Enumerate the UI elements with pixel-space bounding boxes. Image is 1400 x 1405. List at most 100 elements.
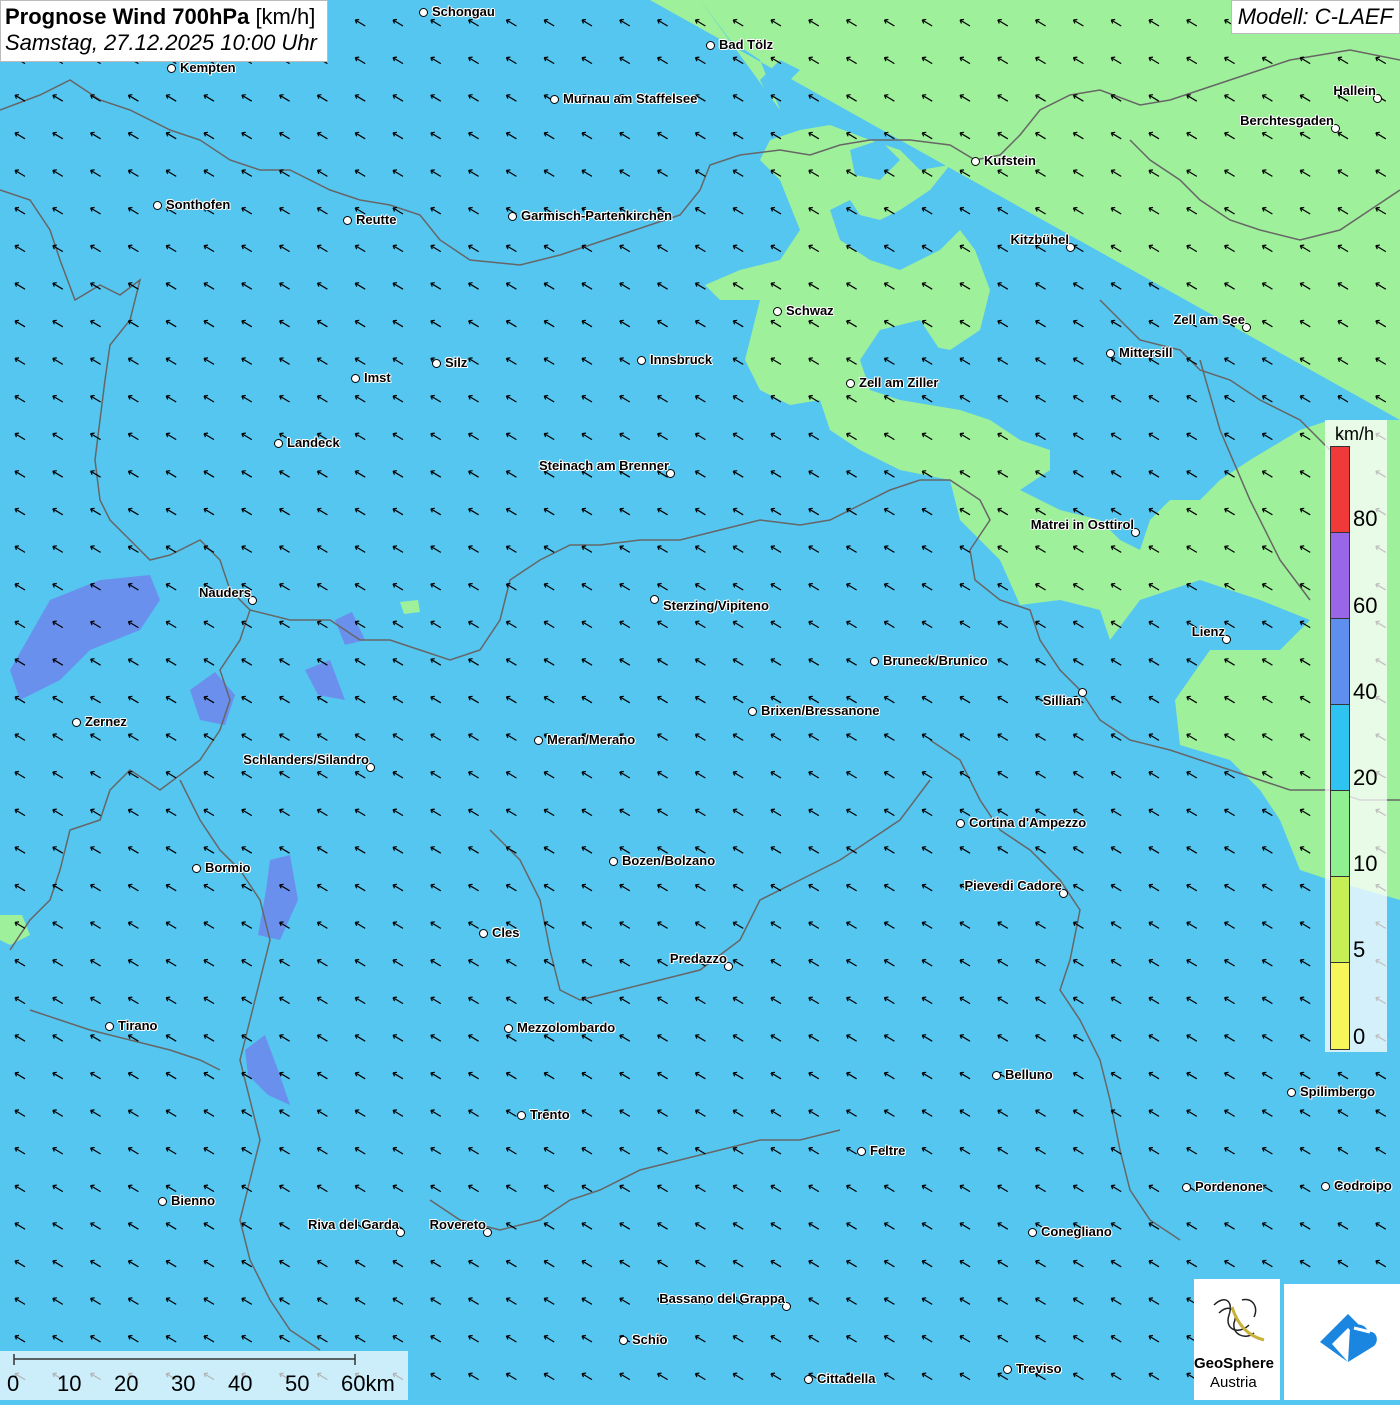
scale-label-60km: 60km bbox=[341, 1371, 395, 1396]
title-main: Prognose Wind 700hPa bbox=[5, 4, 250, 29]
city-label: Cortina d'Ampezzo bbox=[969, 815, 1087, 830]
city-label: Kufstein bbox=[984, 153, 1036, 168]
city-label: Bienno bbox=[171, 1193, 216, 1208]
city-marker bbox=[650, 595, 659, 604]
city-label: Sillian bbox=[1042, 693, 1081, 708]
geosphere-name: GeoSphere bbox=[1194, 1355, 1275, 1372]
city-marker bbox=[637, 356, 646, 365]
city-marker bbox=[158, 1197, 167, 1206]
city-label: Schlanders/Silandro bbox=[243, 752, 369, 767]
city-label: Cles bbox=[492, 925, 520, 940]
city-marker bbox=[971, 157, 980, 166]
city-label: Rovereto bbox=[429, 1217, 486, 1232]
legend-label-20: 20 bbox=[1353, 765, 1378, 790]
city-label: Spilimbergo bbox=[1300, 1084, 1376, 1099]
scale-label-40: 40 bbox=[228, 1371, 253, 1396]
city-marker bbox=[1003, 1365, 1012, 1374]
city-marker bbox=[534, 736, 543, 745]
geosphere-country: Austria bbox=[1210, 1374, 1257, 1391]
city-label: Zell am See bbox=[1173, 312, 1245, 327]
city-label: Predazzo bbox=[669, 951, 727, 966]
city-marker bbox=[479, 929, 488, 938]
geosphere-emblem-icon bbox=[1213, 1298, 1265, 1342]
scale-ruler bbox=[13, 1354, 356, 1365]
city-marker bbox=[508, 212, 517, 221]
city-label: Bozen/Bolzano bbox=[622, 853, 716, 868]
color-legend: km/h 80 60 40 20 10 5 0 bbox=[1325, 420, 1387, 1052]
city-label: Murnau am Staffelsee bbox=[563, 91, 698, 106]
app-logo-icon bbox=[1320, 1314, 1377, 1362]
city-marker bbox=[857, 1147, 866, 1156]
legend-label-5: 5 bbox=[1353, 937, 1366, 962]
map-title: Prognose Wind 700hPa [km/h] Samstag, 27.… bbox=[0, 0, 328, 62]
city-marker bbox=[956, 819, 965, 828]
city-label: Nauders bbox=[198, 585, 251, 600]
city-marker bbox=[153, 201, 162, 210]
legend-label-80: 80 bbox=[1353, 506, 1378, 531]
map-subtitle: Samstag, 27.12.2025 10:00 Uhr bbox=[5, 30, 317, 56]
scale-label-50: 50 bbox=[285, 1371, 310, 1396]
legend-seg-20 bbox=[1331, 705, 1349, 791]
city-label: Feltre bbox=[870, 1143, 906, 1158]
city-marker bbox=[846, 379, 855, 388]
city-label: Landeck bbox=[287, 435, 340, 450]
city-label: Kempten bbox=[180, 60, 236, 75]
city-label: Hallein bbox=[1333, 83, 1376, 98]
legend-label-10: 10 bbox=[1353, 851, 1378, 876]
city-marker bbox=[1287, 1088, 1296, 1097]
city-label: Sonthofen bbox=[166, 197, 231, 212]
scale-label-10: 10 bbox=[57, 1371, 82, 1396]
city-marker bbox=[274, 439, 283, 448]
city-label: Matrei in Osttirol bbox=[1030, 517, 1134, 532]
app-logo bbox=[1284, 1284, 1400, 1400]
city-label: Bormio bbox=[205, 860, 251, 875]
city-marker bbox=[706, 41, 715, 50]
city-marker bbox=[870, 657, 879, 666]
scale-label-30: 30 bbox=[171, 1371, 196, 1396]
city-label: Lienz bbox=[1191, 624, 1225, 639]
legend-label-0: 0 bbox=[1353, 1024, 1366, 1049]
city-label: Sterzing/Vipiteno bbox=[663, 598, 769, 613]
legend-unit: km/h bbox=[1335, 424, 1375, 444]
scale-label-20: 20 bbox=[114, 1371, 139, 1396]
city-label: Schio bbox=[632, 1332, 668, 1347]
city-label: Reutte bbox=[356, 212, 397, 227]
model-label: Modell: C-LAEF bbox=[1230, 0, 1400, 34]
city-label: Bruneck/Brunico bbox=[883, 653, 988, 668]
legend-label-60: 60 bbox=[1353, 593, 1378, 618]
city-label: Mittersill bbox=[1119, 345, 1173, 360]
legend-seg-80 bbox=[1331, 447, 1349, 533]
scale-label-0: 0 bbox=[7, 1371, 20, 1396]
title-unit: [km/h] bbox=[255, 4, 316, 29]
city-label: Schwaz bbox=[786, 303, 834, 318]
city-marker bbox=[517, 1111, 526, 1120]
city-label: Tirano bbox=[118, 1018, 158, 1033]
city-marker bbox=[351, 374, 360, 383]
scale-bar: 0 10 20 30 40 50 60km bbox=[0, 1351, 408, 1400]
city-marker bbox=[192, 864, 201, 873]
city-label: Trento bbox=[530, 1107, 570, 1122]
city-label: Riva del Garda bbox=[307, 1217, 399, 1232]
city-marker bbox=[773, 307, 782, 316]
city-marker bbox=[419, 8, 428, 17]
city-marker bbox=[432, 359, 441, 368]
city-marker bbox=[1182, 1183, 1191, 1192]
city-label: Kitzbühel bbox=[1010, 232, 1070, 247]
city-label: Zell am Ziller bbox=[859, 375, 939, 390]
city-label: Mezzolombardo bbox=[517, 1020, 616, 1035]
city-label: Berchtesgaden bbox=[1240, 113, 1334, 128]
city-label: Belluno bbox=[1005, 1067, 1053, 1082]
city-label: Bassano del Grappa bbox=[659, 1291, 785, 1306]
legend-seg-5 bbox=[1331, 877, 1349, 963]
city-label: Pieve di Cadore bbox=[964, 878, 1062, 893]
city-label: Pordenone bbox=[1195, 1179, 1263, 1194]
city-label: Steinach am Brenner bbox=[538, 458, 669, 473]
city-marker bbox=[343, 216, 352, 225]
city-label: Garmisch-Partenkirchen bbox=[521, 208, 673, 223]
city-label: Bad Tölz bbox=[719, 37, 774, 52]
geosphere-logo: GeoSphere Austria bbox=[1194, 1279, 1280, 1400]
city-marker bbox=[504, 1024, 513, 1033]
legend-color-bar bbox=[1330, 446, 1350, 1050]
city-marker bbox=[72, 718, 81, 727]
city-marker bbox=[550, 95, 559, 104]
